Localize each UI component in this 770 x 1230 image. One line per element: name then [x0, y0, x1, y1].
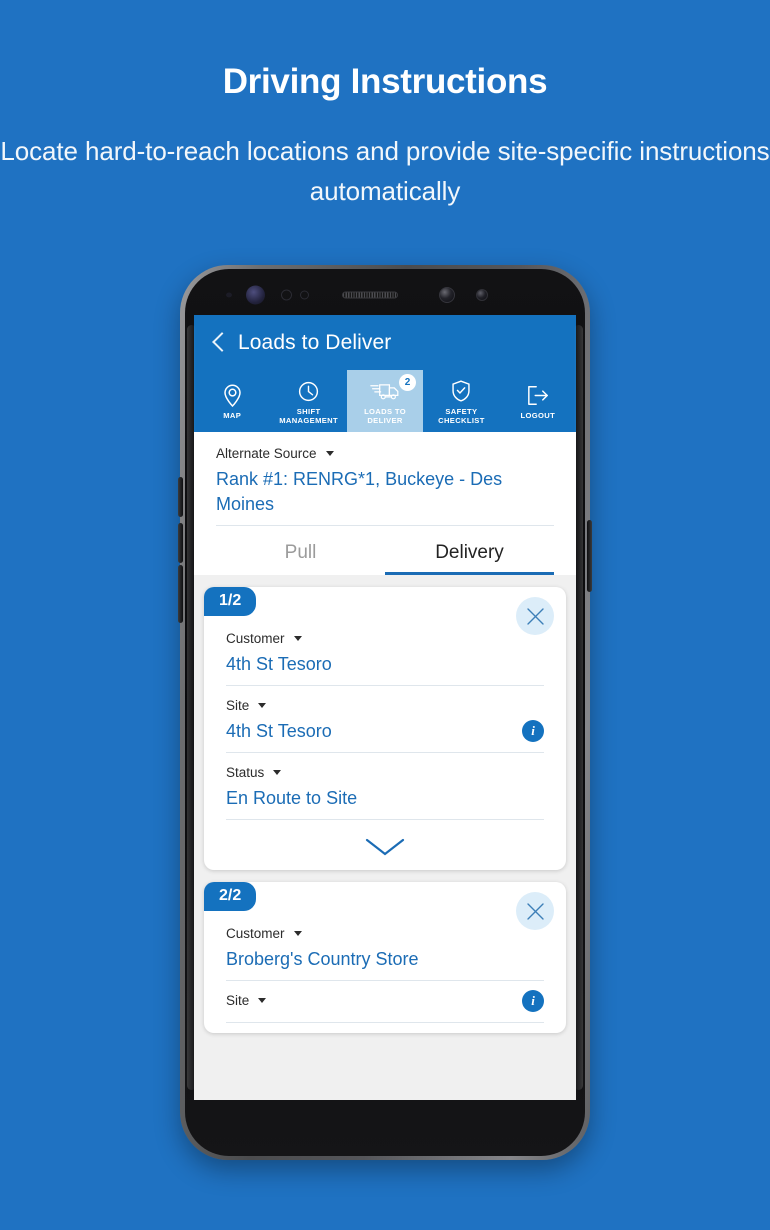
customer-label: Customer	[226, 926, 285, 941]
tab-label-safety-checklist: SAFETY CHECKLIST	[438, 406, 485, 426]
sensor-dot-icon	[226, 292, 232, 298]
info-icon[interactable]: i	[522, 720, 544, 742]
alternate-source-label: Alternate Source	[216, 446, 317, 461]
expand-card-button[interactable]	[226, 820, 544, 860]
light-sensor-icon	[300, 290, 309, 300]
chevron-down-icon	[293, 931, 302, 936]
logout-icon	[527, 384, 549, 407]
tab-logout[interactable]: LOGOUT	[500, 370, 576, 432]
status-label: Status	[226, 765, 265, 780]
alternate-source-panel: Alternate Source Rank #1: RENRG*1, Bucke…	[194, 432, 576, 526]
site-row: Site 4th St Tesoro i	[226, 698, 544, 753]
site-label: Site	[226, 698, 250, 713]
clock-icon	[298, 380, 319, 403]
assistant-button[interactable]	[178, 565, 183, 623]
divider	[226, 980, 544, 981]
chevron-down-icon	[258, 998, 267, 1003]
promo-title: Driving Instructions	[222, 62, 548, 101]
map-pin-icon	[223, 384, 242, 408]
promo-banner: Driving Instructions Locate hard-to-reac…	[0, 0, 770, 211]
customer-label: Customer	[226, 631, 285, 646]
status-value[interactable]: En Route to Site	[226, 786, 544, 819]
divider	[226, 1022, 544, 1023]
phone-mockup: Loads to Deliver MAP SHIFT MANAGEMENT 2 …	[178, 265, 592, 1160]
customer-row: Customer Broberg's Country Store	[226, 926, 544, 981]
power-button[interactable]	[587, 520, 592, 592]
chevron-left-icon[interactable]	[206, 330, 232, 356]
customer-value[interactable]: Broberg's Country Store	[226, 947, 544, 980]
tab-label-logout: LOGOUT	[520, 411, 556, 421]
tab-loads-to-deliver[interactable]: 2 LOADS TO DELIVER	[346, 370, 424, 432]
tab-label-shift-management: SHIFT MANAGEMENT	[279, 406, 338, 426]
volume-down-button[interactable]	[178, 523, 183, 563]
divider	[226, 752, 544, 753]
tab-map[interactable]: MAP	[194, 370, 270, 432]
info-icon[interactable]: i	[522, 990, 544, 1012]
load-type-tabs: Pull Delivery	[194, 526, 576, 575]
tab-label-map: MAP	[223, 411, 242, 421]
alternate-source-value[interactable]: Rank #1: RENRG*1, Buckeye - Des Moines	[216, 467, 554, 525]
customer-value[interactable]: 4th St Tesoro	[226, 652, 544, 685]
secondary-camera-icon	[476, 289, 488, 301]
close-icon[interactable]	[516, 597, 554, 635]
card-sequence-badge: 1/2	[204, 587, 257, 616]
shield-check-icon	[451, 380, 471, 403]
chevron-down-icon	[258, 703, 267, 708]
status-row: Status En Route to Site	[226, 765, 544, 820]
app-header: Loads to Deliver	[194, 315, 576, 370]
delivery-card-list: 1/2 Customer 4th St Tesoro Site 4th St T…	[194, 575, 576, 1033]
tab-safety-checklist[interactable]: SAFETY CHECKLIST	[423, 370, 499, 432]
content-area: Alternate Source Rank #1: RENRG*1, Bucke…	[194, 432, 576, 1100]
tab-shift-management[interactable]: SHIFT MANAGEMENT	[270, 370, 346, 432]
customer-row: Customer 4th St Tesoro	[226, 631, 544, 686]
delivery-card-body: Customer 4th St Tesoro Site 4th St Tesor…	[204, 587, 566, 860]
chevron-down-icon	[293, 636, 302, 641]
chevron-down-icon	[365, 838, 405, 856]
iris-scanner-icon	[246, 285, 265, 305]
front-camera-icon	[439, 287, 455, 303]
divider	[226, 819, 544, 820]
app-screen: Loads to Deliver MAP SHIFT MANAGEMENT 2 …	[194, 315, 576, 1100]
site-row: Site i	[226, 990, 544, 1023]
proximity-sensor-icon	[281, 289, 292, 301]
phone-top-bezel	[194, 275, 576, 315]
site-label: Site	[226, 993, 250, 1008]
site-value[interactable]	[226, 1014, 544, 1022]
chevron-down-icon	[273, 770, 282, 775]
page-title: Loads to Deliver	[238, 330, 392, 354]
main-tabbar: MAP SHIFT MANAGEMENT 2 LOADS TO DELIVER …	[194, 370, 576, 432]
promo-subtitle: Locate hard-to-reach locations and provi…	[0, 136, 770, 206]
close-icon[interactable]	[516, 892, 554, 930]
site-label-row[interactable]: Site	[226, 698, 544, 713]
status-label-row[interactable]: Status	[226, 765, 544, 780]
delivery-card-body: Customer Broberg's Country Store Site i	[204, 882, 566, 1023]
delivery-card: 2/2 Customer Broberg's Country Store Sit…	[204, 882, 566, 1033]
card-sequence-badge: 2/2	[204, 882, 257, 911]
customer-label-row[interactable]: Customer	[226, 631, 544, 646]
tab-label-loads-to-deliver: LOADS TO DELIVER	[364, 406, 406, 426]
truck-icon: 2	[370, 373, 417, 403]
tab-badge-count: 2	[399, 373, 417, 391]
tab-pull[interactable]: Pull	[216, 526, 385, 575]
customer-label-row[interactable]: Customer	[226, 926, 544, 941]
site-label-row[interactable]: Site	[226, 993, 544, 1008]
tab-delivery[interactable]: Delivery	[385, 526, 554, 575]
earpiece-speaker-icon	[342, 291, 398, 299]
alternate-source-label-row[interactable]: Alternate Source	[216, 446, 554, 461]
volume-up-button[interactable]	[178, 477, 183, 517]
chevron-down-icon	[325, 451, 334, 456]
site-value[interactable]: 4th St Tesoro	[226, 719, 544, 752]
delivery-card: 1/2 Customer 4th St Tesoro Site 4th St T…	[204, 587, 566, 870]
divider	[226, 685, 544, 686]
